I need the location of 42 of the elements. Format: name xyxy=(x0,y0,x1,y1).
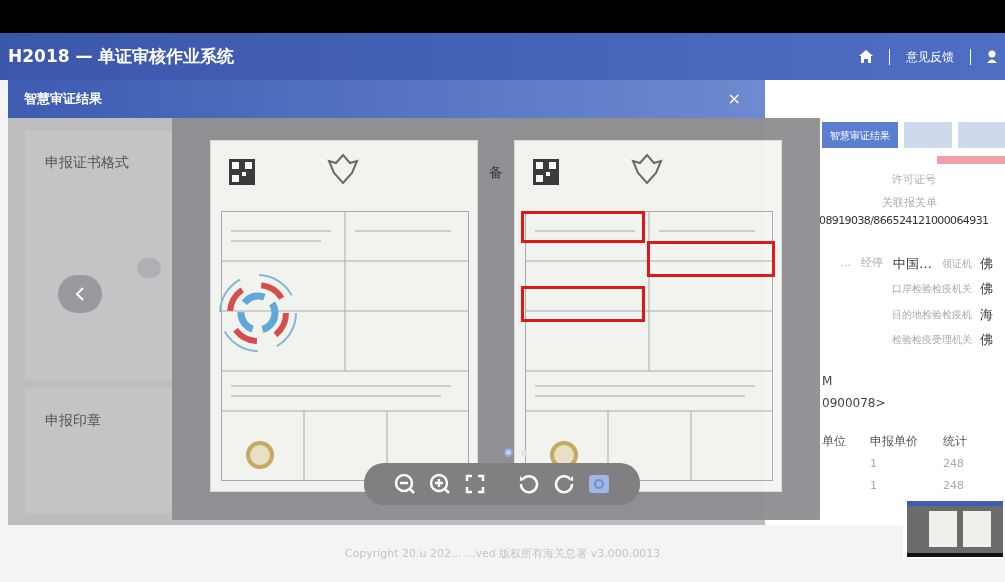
qr-code-icon xyxy=(533,159,559,185)
field-label: 经停 xyxy=(861,255,883,271)
user-icon[interactable] xyxy=(987,50,997,63)
loading-spinner-icon xyxy=(216,271,300,355)
field-label: 检验检疫受理机关 xyxy=(892,333,972,348)
close-button[interactable]: × xyxy=(719,87,749,111)
qr-code-icon xyxy=(229,159,255,185)
field-value: 中国… xyxy=(893,254,932,273)
table-cell-text: 248 xyxy=(943,455,965,472)
table-cell-text: 248 xyxy=(943,478,965,494)
app-title: H2018 — 单证审核作业系统 xyxy=(8,44,236,68)
field-value: … xyxy=(840,255,851,271)
heading-fragment: 备 xyxy=(489,163,503,182)
section-title: 申报证书格式 xyxy=(45,154,129,170)
section-title: 申报印章 xyxy=(45,412,101,428)
field-label: 关联报关单 xyxy=(882,194,938,211)
table-cell-text: 1 xyxy=(870,478,878,494)
field-label: 口岸检验检疫机关 xyxy=(892,282,972,297)
home-icon[interactable] xyxy=(859,50,873,63)
seal-icon xyxy=(246,441,274,469)
field-label: 领证机 xyxy=(942,256,972,271)
field-value: M xyxy=(822,372,834,390)
field-label: 许可证号 xyxy=(892,172,937,188)
previous-button[interactable] xyxy=(58,275,102,313)
column-header: 单位 xyxy=(822,432,847,450)
field-value: 海 xyxy=(980,305,993,324)
column-header: 统计 xyxy=(943,432,968,450)
feedback-link[interactable]: 意见反馈 xyxy=(906,47,954,66)
emblem-icon xyxy=(326,153,360,185)
field-value: 佛 xyxy=(980,280,993,298)
table-cell-text: 1 xyxy=(870,455,878,472)
modal-title: 智慧审证结果 xyxy=(24,90,103,109)
reference-number: 08919038/866524121000064931 xyxy=(819,213,990,229)
column-header: 申报单价 xyxy=(870,432,919,450)
field-value: 0900078> xyxy=(822,394,887,412)
chevron-left-icon xyxy=(75,286,85,302)
field-value: 佛 xyxy=(980,331,993,349)
tab[interactable]: 智慧审证结果 xyxy=(822,122,898,148)
notice-banner xyxy=(937,156,1005,164)
field-label: 目的地检验检疫机 xyxy=(892,307,972,322)
emblem-icon xyxy=(630,153,664,185)
field-value: 佛 xyxy=(980,254,993,273)
